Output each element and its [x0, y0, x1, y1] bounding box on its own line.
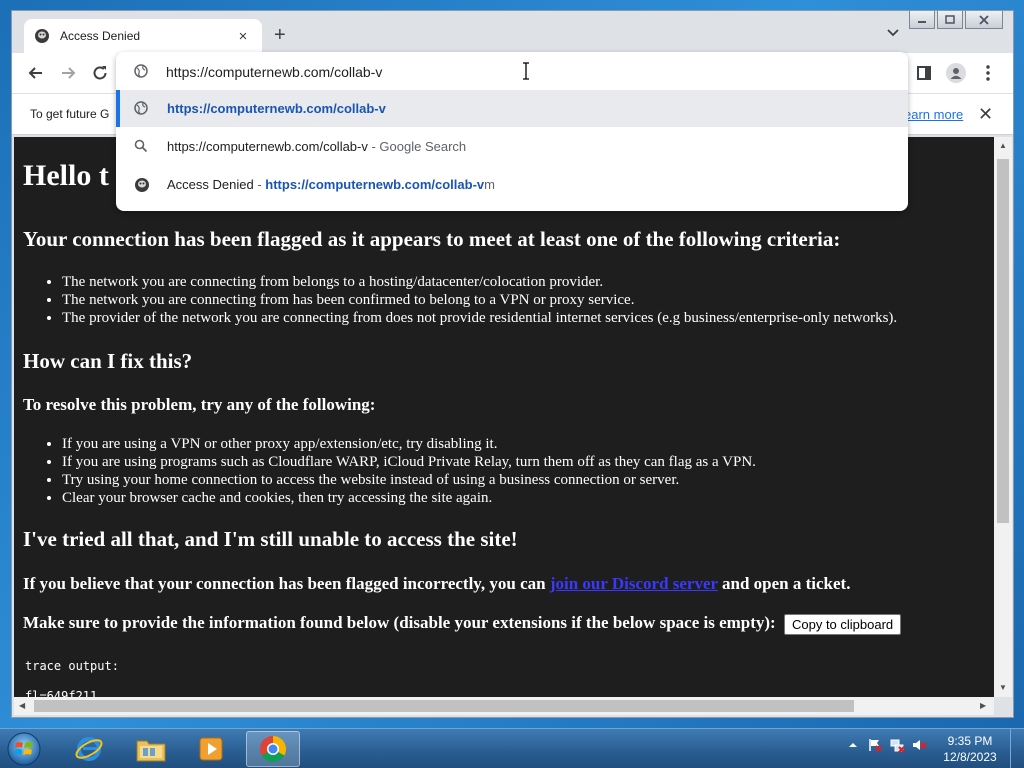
flagged-heading: Your connection has been flagged as it a… [23, 227, 841, 251]
windows-orb-icon [7, 732, 41, 766]
network-icon[interactable] [889, 737, 905, 753]
reload-icon [93, 66, 107, 80]
scroll-down-icon[interactable]: ▼ [999, 683, 1007, 692]
suggestion-query-text: https://computernewb.com/collab-v [167, 139, 368, 154]
tried-heading: I've tried all that, and I'm still unabl… [23, 527, 518, 551]
new-tab-button[interactable]: + [274, 25, 286, 45]
ibeam-cursor-icon [523, 62, 529, 80]
info-bar-close-icon[interactable]: ✕ [978, 105, 993, 123]
fixes-list: If you are using a VPN or other proxy ap… [62, 435, 756, 507]
minimize-button[interactable] [909, 11, 935, 29]
avatar [946, 63, 966, 83]
tab-access-denied[interactable]: Access Denied × [24, 19, 262, 53]
side-panel-button[interactable] [912, 61, 936, 85]
globe-icon [134, 101, 150, 117]
suggestion-url-tail: m [484, 177, 495, 192]
tab-title: Access Denied [60, 29, 141, 43]
action-center-flag-icon[interactable] [867, 737, 883, 753]
taskbar-media-player[interactable] [184, 731, 238, 767]
page-content: Hello t Your connection has been flagged… [14, 137, 994, 697]
page-heading: Hello t [23, 159, 109, 192]
suggestion-text: Access Denied - https://computernewb.com… [167, 177, 495, 192]
clock[interactable]: 9:35 PM 12/8/2023 [940, 733, 1000, 765]
suggestion-text: https://computernewb.com/collab-v - Goog… [167, 139, 466, 154]
suggestion-search[interactable]: https://computernewb.com/collab-v - Goog… [116, 128, 908, 165]
list-item: The network you are connecting from has … [62, 291, 897, 309]
resolve-heading: To resolve this problem, try any of the … [23, 395, 376, 414]
forward-button[interactable] [56, 61, 80, 85]
address-bar [116, 52, 908, 90]
learn-more-link[interactable]: earn more [904, 107, 963, 122]
list-item: The network you are connecting from belo… [62, 273, 897, 291]
copy-to-clipboard-button[interactable]: Copy to clipboard [783, 613, 902, 635]
media-player-icon [199, 737, 223, 761]
forward-arrow-icon [62, 67, 76, 79]
globe-icon [134, 64, 148, 83]
clock-time: 9:35 PM [947, 734, 993, 748]
site-favicon-icon [34, 28, 50, 44]
info-bar-text: To get future G [30, 107, 110, 121]
address-input[interactable] [166, 61, 846, 83]
list-item: Try using your home connection to access… [62, 471, 756, 489]
close-window-button[interactable] [965, 11, 1003, 29]
start-button[interactable] [4, 730, 44, 768]
search-icon [134, 139, 150, 155]
provide-text: Make sure to provide the information fou… [23, 613, 776, 632]
tab-search-chevron-icon[interactable] [886, 26, 900, 40]
menu-button[interactable] [976, 61, 1000, 85]
tab-close-icon[interactable]: × [234, 28, 252, 45]
suggestion-history[interactable]: Access Denied - https://computernewb.com… [116, 166, 908, 203]
suggestion-url-text: https://computernewb.com/collab-v [167, 101, 386, 116]
internet-explorer-icon [75, 737, 103, 761]
clock-date: 12/8/2023 [943, 750, 997, 764]
taskbar-internet-explorer[interactable] [62, 731, 116, 767]
discord-text-pre: If you believe that your connection has … [23, 574, 550, 593]
list-item: Clear your browser cache and cookies, th… [62, 489, 756, 507]
window-controls [907, 11, 1003, 29]
discord-link[interactable]: join our Discord server [550, 574, 718, 593]
criteria-list: The network you are connecting from belo… [62, 273, 897, 327]
show-desktop-button[interactable] [1010, 729, 1024, 768]
horizontal-scroll-thumb[interactable] [34, 700, 854, 712]
reload-button[interactable] [88, 61, 112, 85]
provide-paragraph: Make sure to provide the information fou… [23, 613, 902, 635]
suggestion-engine-text: - Google Search [367, 139, 467, 154]
list-item: If you are using a VPN or other proxy ap… [62, 435, 756, 453]
taskbar: 9:35 PM 12/8/2023 [0, 728, 1024, 768]
volume-icon[interactable] [911, 737, 927, 753]
profile-button[interactable] [944, 61, 968, 85]
trace-line: fl=649f211 [25, 689, 98, 697]
fix-heading: How can I fix this? [23, 349, 193, 373]
kebab-menu-icon [986, 65, 990, 81]
back-button[interactable] [24, 61, 48, 85]
system-tray [842, 737, 930, 753]
show-hidden-icons-icon[interactable] [845, 737, 861, 753]
scroll-left-icon[interactable]: ◀ [19, 701, 25, 710]
side-panel-icon [917, 66, 931, 80]
scroll-right-icon[interactable]: ▶ [980, 701, 986, 710]
chrome-icon [259, 735, 287, 763]
discord-paragraph: If you believe that your connection has … [23, 574, 850, 594]
back-arrow-icon [28, 67, 42, 79]
omnibox-dropdown: https://computernewb.com/collab-v https:… [116, 52, 908, 211]
suggestion-text: https://computernewb.com/collab-v [167, 101, 386, 116]
list-item: If you are using programs such as Cloudf… [62, 453, 756, 471]
suggestion-title-text: Access Denied [167, 177, 254, 192]
suggestion-url[interactable]: https://computernewb.com/collab-v [116, 90, 908, 127]
discord-text-post: and open a ticket. [717, 574, 851, 593]
vertical-scrollbar[interactable]: ▲ ▼ [994, 137, 1012, 697]
taskbar-explorer[interactable] [124, 731, 178, 767]
horizontal-scrollbar[interactable]: ◀ ▶ [14, 697, 994, 715]
site-favicon-icon [134, 177, 150, 193]
suggestion-separator: - [253, 177, 266, 192]
taskbar-chrome[interactable] [246, 731, 300, 767]
maximize-button[interactable] [937, 11, 963, 29]
folder-icon [136, 740, 166, 762]
list-item: The provider of the network you are conn… [62, 309, 897, 327]
vertical-scroll-thumb[interactable] [997, 159, 1009, 523]
trace-label: trace output: [25, 659, 119, 673]
suggestion-url-text: https://computernewb.com/collab-v [265, 177, 485, 192]
scroll-up-icon[interactable]: ▲ [999, 141, 1007, 150]
tab-strip: Access Denied × + [12, 11, 1013, 53]
